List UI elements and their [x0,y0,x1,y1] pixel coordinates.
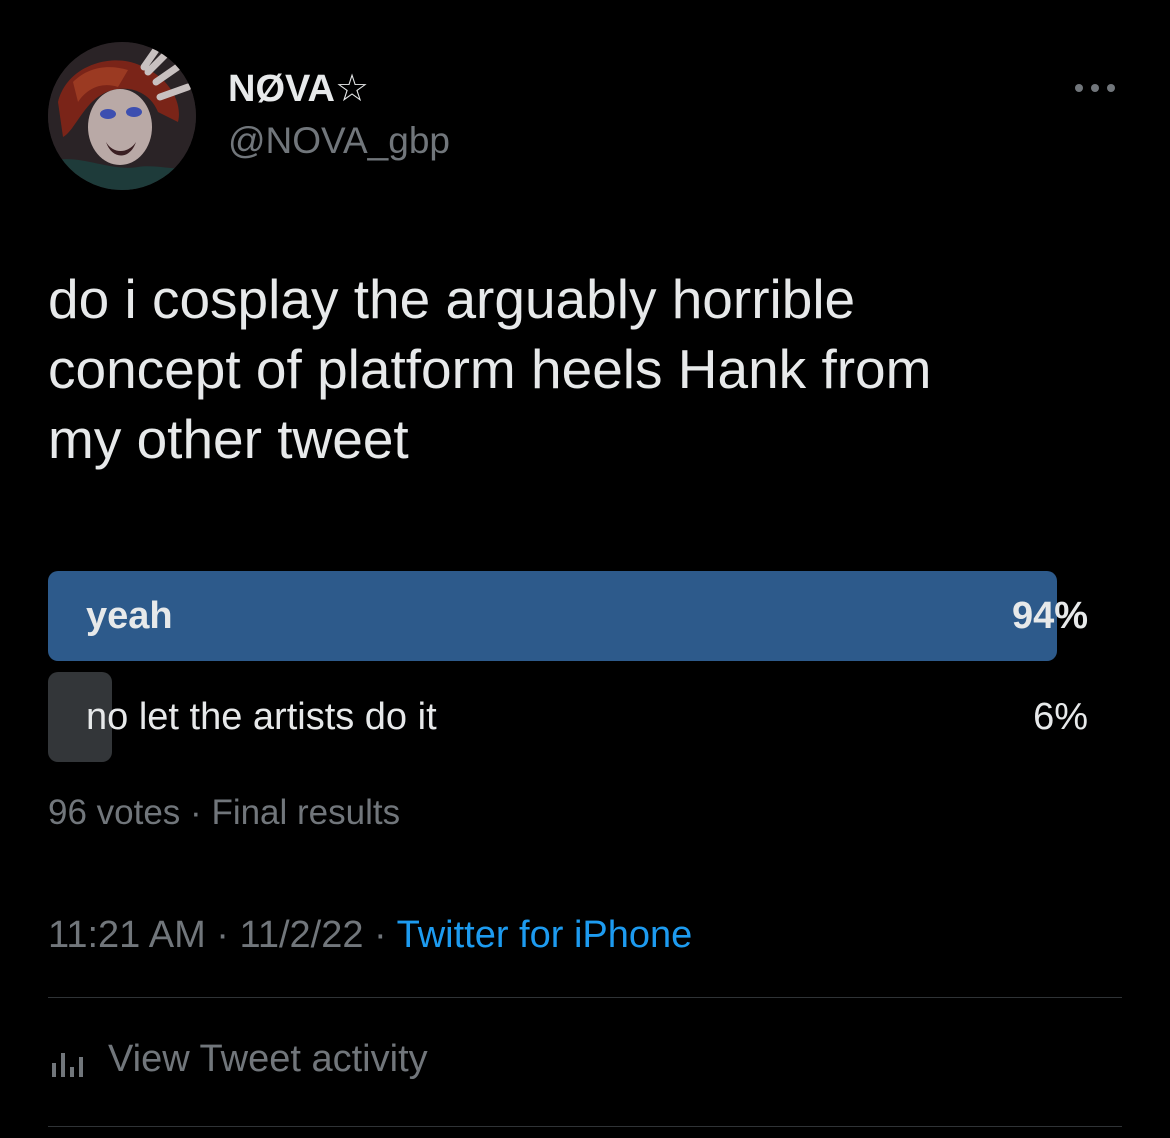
tweet-timestamp-row: 11:21 AM · 11/2/22 · Twitter for iPhone [48,912,692,958]
view-tweet-activity-button[interactable]: View Tweet activity [48,1034,428,1084]
poll-option-label: yeah [86,595,173,637]
poll-meta-separator: · [190,793,202,832]
bar-chart-icon [52,1053,83,1077]
poll-result-bar [48,571,1057,661]
poll-meta: 96 votes · Final results [48,792,400,834]
timestamp-separator: · [216,914,229,956]
avatar[interactable] [48,42,196,190]
tweet-text: do i cosplay the arguably horrible conce… [48,268,932,470]
timestamp-separator: · [374,914,387,956]
poll-option-yeah: yeah 94% [48,571,1088,661]
poll-vote-count: 96 votes [48,793,181,832]
view-tweet-activity-label: View Tweet activity [108,1037,428,1080]
divider [48,1126,1122,1127]
poll-option-label: no let the artists do it [86,696,437,738]
display-name[interactable]: NØVA☆ [228,68,369,110]
tweet-time[interactable]: 11:21 AM [48,914,206,956]
poll-status: Final results [211,793,401,832]
avatar-image [48,42,196,190]
tweet-source-link[interactable]: Twitter for iPhone [397,914,693,956]
poll-option-percent: 6% [1033,696,1088,738]
more-options-icon[interactable] [1072,78,1118,98]
poll-option-percent: 94% [1011,595,1088,637]
divider [48,997,1122,998]
user-handle[interactable]: @NOVA_gbp [228,120,450,162]
poll-option-no-let-the-artists-do-it: no let the artists do it 6% [48,672,1088,762]
tweet-date[interactable]: 11/2/22 [240,914,364,956]
